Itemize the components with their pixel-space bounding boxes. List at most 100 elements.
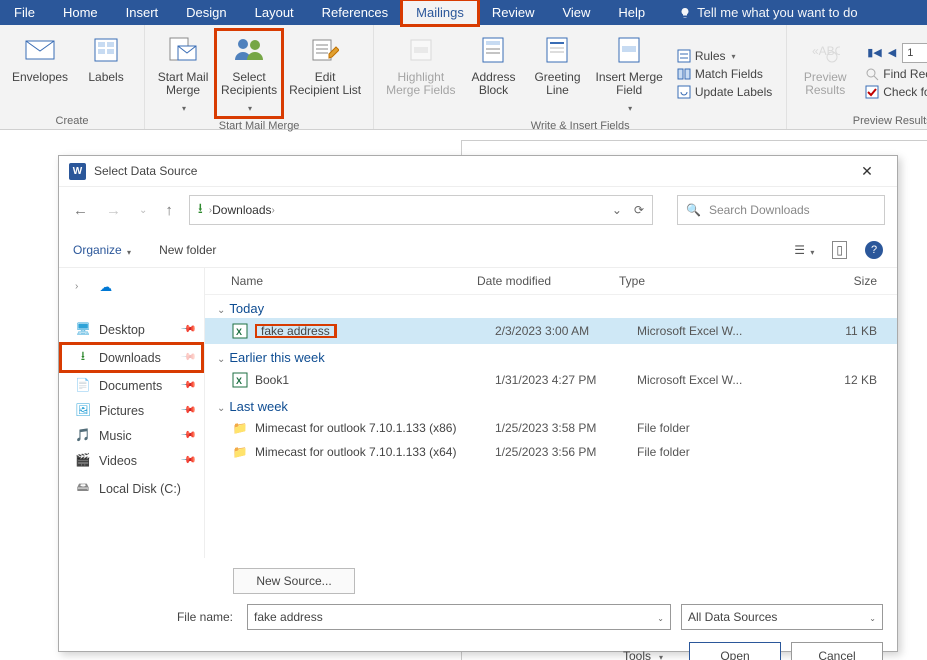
check-errors-button[interactable]: Check for Errors [861, 83, 927, 101]
back-button[interactable]: ← [71, 200, 90, 221]
file-row[interactable]: X Book1 1/31/2023 4:27 PM Microsoft Exce… [205, 367, 897, 393]
tab-help[interactable]: Help [604, 0, 659, 25]
group-today[interactable]: ⌄Today [205, 295, 897, 318]
select-recipients-label: Select Recipients [221, 71, 277, 97]
greeting-line-label: Greeting Line [534, 71, 580, 97]
tab-mailings[interactable]: Mailings [402, 0, 478, 25]
organize-button[interactable]: Organize ▾ [73, 243, 131, 257]
envelopes-button[interactable]: Envelopes [6, 29, 74, 113]
tab-insert[interactable]: Insert [112, 0, 173, 25]
labels-button[interactable]: Labels [74, 29, 138, 113]
file-row[interactable]: 📁 Mimecast for outlook 7.10.1.133 (x86) … [205, 416, 897, 440]
preview-pane-button[interactable]: ▯ [832, 241, 847, 259]
search-input[interactable]: 🔍 Search Downloads [677, 195, 885, 225]
col-name[interactable]: Name [231, 274, 477, 288]
tab-home[interactable]: Home [49, 0, 112, 25]
tree-music[interactable]: 🎵Music📌 [59, 423, 204, 448]
open-button[interactable]: Open [689, 642, 781, 660]
tab-file[interactable]: File [0, 0, 49, 25]
file-row[interactable]: 📁 Mimecast for outlook 7.10.1.133 (x64) … [205, 440, 897, 464]
search-icon [865, 67, 879, 81]
documents-icon: 📄 [75, 378, 91, 393]
tab-view[interactable]: View [548, 0, 604, 25]
match-icon [677, 67, 691, 81]
tree-videos[interactable]: 🎬Videos📌 [59, 448, 204, 473]
file-list[interactable]: Name Date modified Type Size ⌄Today X fa… [205, 268, 897, 558]
tree-downloads[interactable]: ⭳Downloads📌 [59, 342, 204, 373]
file-type: File folder [637, 445, 757, 459]
tab-layout[interactable]: Layout [241, 0, 308, 25]
tab-review[interactable]: Review [478, 0, 549, 25]
record-number-input[interactable]: 1 [902, 43, 927, 63]
greeting-line-button[interactable]: Greeting Line [525, 29, 589, 118]
file-type-filter[interactable]: All Data Sources⌄ [681, 604, 883, 630]
tree-label: Downloads [99, 351, 161, 365]
file-name: fake address [255, 324, 336, 338]
group-last-week[interactable]: ⌄Last week [205, 393, 897, 416]
close-button[interactable]: ✕ [847, 163, 887, 180]
filename-input[interactable]: fake address⌄ [247, 604, 671, 630]
new-source-button[interactable]: New Source... [233, 568, 355, 594]
envelope-icon [25, 33, 55, 67]
prev-record-button[interactable]: ◀ [888, 48, 896, 59]
file-row[interactable]: X fake address 2/3/2023 3:00 AM Microsof… [205, 318, 897, 344]
caret-icon: ⌄ [869, 614, 876, 623]
folder-tree[interactable]: › ☁ 🖥Desktop📌 ⭳Downloads📌 📄Documents📌 🖼P… [59, 268, 205, 558]
tree-quickaccess-chevron[interactable]: › ☁ [59, 274, 204, 299]
greeting-icon [545, 33, 569, 67]
recent-caret-icon[interactable]: ⌄ [137, 203, 149, 218]
download-icon: ⭳ [75, 347, 91, 368]
tell-me[interactable]: Tell me what you want to do [669, 0, 867, 25]
caret-icon: ▾ [628, 102, 632, 115]
start-mail-merge-button[interactable]: Start Mail Merge ▾ [151, 29, 215, 118]
group-earlier-week[interactable]: ⌄Earlier this week [205, 344, 897, 367]
group-preview-results: «ABC» Preview Results ▮◀ ◀ 1 ▶ ▶▮ Find R… [787, 25, 927, 129]
address-bar[interactable]: ⭳ › Downloads › ⌄ ⟳ [189, 195, 653, 225]
up-button[interactable]: ↑ [163, 200, 175, 221]
update-labels-button[interactable]: Update Labels [673, 83, 776, 101]
view-options-button[interactable]: ☰ ▾ [794, 243, 814, 257]
cancel-button[interactable]: Cancel [791, 642, 883, 660]
tab-design[interactable]: Design [172, 0, 240, 25]
check-icon [865, 85, 879, 99]
insert-merge-field-button[interactable]: Insert Merge Field▾ [589, 29, 668, 118]
history-caret-icon[interactable]: ⌄ [612, 203, 622, 217]
tab-references[interactable]: References [308, 0, 402, 25]
col-type[interactable]: Type [619, 274, 739, 288]
tree-label: Desktop [99, 323, 145, 337]
find-recipient-label: Find Recipient [883, 67, 927, 81]
tree-local-disk[interactable]: 🖴Local Disk (C:) [59, 473, 204, 504]
group-write-label: Write & Insert Fields [531, 118, 630, 132]
file-date: 1/25/2023 3:56 PM [495, 445, 637, 459]
start-mail-merge-label: Start Mail Merge [158, 71, 209, 97]
tools-button[interactable]: Tools▾ [623, 649, 663, 660]
tree-documents[interactable]: 📄Documents📌 [59, 373, 204, 398]
tree-desktop[interactable]: 🖥Desktop📌 [59, 317, 204, 342]
highlight-label: Highlight Merge Fields [386, 71, 455, 97]
caret-icon: ⌄ [657, 614, 664, 623]
excel-icon: X [231, 323, 249, 339]
cloud-icon: ☁ [98, 279, 114, 294]
breadcrumb[interactable]: Downloads [212, 203, 271, 217]
refresh-button[interactable]: ⟳ [634, 203, 644, 217]
group-start-mail-merge: Start Mail Merge ▾ Select Recipients▾ Edi… [145, 25, 374, 129]
caret-icon: ▾ [182, 102, 186, 115]
record-nav: ▮◀ ◀ 1 ▶ ▶▮ [861, 41, 927, 65]
tree-pictures[interactable]: 🖼Pictures📌 [59, 398, 204, 423]
ribbon: Envelopes Labels Create Start Mail Merge… [0, 25, 927, 130]
col-size[interactable]: Size [739, 274, 887, 288]
menu-bar: File Home Insert Design Layout Reference… [0, 0, 927, 25]
edit-recipient-list-button[interactable]: Edit Recipient List [283, 29, 367, 118]
file-name: Book1 [255, 373, 495, 387]
rules-button[interactable]: Rules▾ [673, 47, 776, 65]
music-icon: 🎵 [75, 428, 91, 443]
new-folder-button[interactable]: New folder [159, 243, 216, 257]
col-date[interactable]: Date modified [477, 274, 619, 288]
first-record-button[interactable]: ▮◀ [867, 48, 882, 59]
column-headers[interactable]: Name Date modified Type Size [205, 268, 897, 295]
match-fields-button[interactable]: Match Fields [673, 65, 776, 83]
tree-label: Pictures [99, 404, 144, 418]
address-block-button[interactable]: Address Block [461, 29, 525, 118]
select-recipients-button[interactable]: Select Recipients▾ [215, 29, 283, 118]
help-button[interactable]: ? [865, 241, 883, 259]
